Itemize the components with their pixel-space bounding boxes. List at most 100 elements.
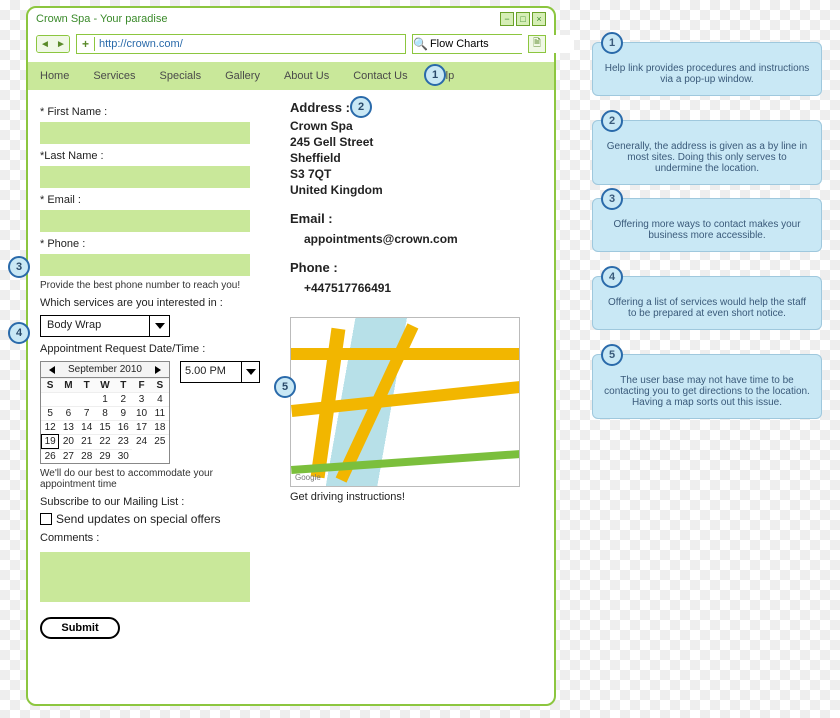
annotation-callout-1: 1Help link provides procedures and instr…: [592, 42, 822, 96]
calendar-day[interactable]: 20: [59, 434, 77, 449]
time-select[interactable]: 5.00 PM: [180, 361, 260, 383]
calendar-dow: S: [41, 378, 59, 392]
calendar-day[interactable]: 29: [96, 449, 114, 463]
calendar-day[interactable]: 19: [41, 434, 59, 449]
map-attribution: Google: [295, 473, 321, 482]
annotation-badge-5: 5: [274, 376, 296, 398]
window-title: Crown Spa - Your paradise: [36, 13, 167, 25]
url-input[interactable]: [95, 35, 405, 53]
calendar-day[interactable]: 8: [96, 406, 114, 420]
calendar-day[interactable]: 7: [78, 406, 96, 420]
calendar-day[interactable]: 24: [132, 434, 150, 449]
close-button[interactable]: ×: [532, 12, 546, 26]
phone-heading: Phone :: [290, 260, 542, 275]
calendar-day[interactable]: 4: [151, 392, 169, 406]
contact-form: * First Name : *Last Name : * Email : * …: [40, 100, 270, 639]
calendar-day[interactable]: 14: [78, 420, 96, 434]
annotation-text: Help link provides procedures and instru…: [603, 63, 811, 85]
annotation-badge-3: 3: [8, 256, 30, 278]
time-value: 5.00 PM: [181, 362, 241, 382]
calendar-day[interactable]: 26: [41, 449, 59, 463]
annotation-text: Offering more ways to contact makes your…: [603, 219, 811, 241]
subscribe-label: Subscribe to our Mailing List :: [40, 496, 270, 508]
browser-window: Crown Spa - Your paradise − □ × ◄ ► + 🔍 …: [26, 6, 556, 706]
annotation-badge-2: 2: [350, 96, 372, 118]
calendar-day[interactable]: 10: [132, 406, 150, 420]
calendar-day[interactable]: 21: [78, 434, 96, 449]
location-map[interactable]: Google: [290, 317, 520, 487]
date-picker[interactable]: September 2010 SMTWTFS 12345678910111213…: [40, 361, 170, 464]
annotation-text: Generally, the address is given as a by …: [603, 141, 811, 174]
phone-value: +447517766491: [290, 281, 542, 295]
nav-item-contact-us[interactable]: Contact Us: [341, 68, 419, 84]
calendar-day[interactable]: 2: [114, 392, 132, 406]
forward-button[interactable]: ►: [53, 36, 69, 52]
annotation-number: 1: [601, 32, 623, 54]
address-line: United Kingdom: [290, 183, 542, 197]
calendar-day[interactable]: 28: [78, 449, 96, 463]
directions-link[interactable]: Get driving instructions!: [290, 491, 542, 503]
minimize-button[interactable]: −: [500, 12, 514, 26]
nav-item-gallery[interactable]: Gallery: [213, 68, 272, 84]
calendar-dow: T: [78, 378, 96, 392]
services-value: Body Wrap: [41, 316, 149, 336]
titlebar: Crown Spa - Your paradise − □ ×: [28, 8, 554, 30]
calendar-dow: F: [132, 378, 150, 392]
calendar-dow: S: [151, 378, 169, 392]
nav-item-home[interactable]: Home: [28, 68, 81, 84]
phone-hint: Provide the best phone number to reach y…: [40, 280, 270, 291]
back-button[interactable]: ◄: [37, 36, 53, 52]
calendar-day[interactable]: 27: [59, 449, 77, 463]
first-name-input[interactable]: [40, 122, 250, 144]
prev-month-icon[interactable]: [45, 366, 55, 374]
phone-input[interactable]: [40, 254, 250, 276]
calendar-day[interactable]: 13: [59, 420, 77, 434]
address-bar: +: [76, 34, 406, 54]
nav-item-services[interactable]: Services: [81, 68, 147, 84]
calendar-day[interactable]: 30: [114, 449, 132, 463]
calendar-day[interactable]: 18: [151, 420, 169, 434]
calendar-day[interactable]: 25: [151, 434, 169, 449]
annotation-text: Offering a list of services would help t…: [603, 297, 811, 319]
last-name-label: *Last Name :: [40, 150, 270, 162]
calendar-day[interactable]: 22: [96, 434, 114, 449]
services-select[interactable]: Body Wrap: [40, 315, 170, 337]
nav-item-about-us[interactable]: About Us: [272, 68, 341, 84]
calendar-month: September 2010: [68, 364, 142, 375]
calendar-day[interactable]: 5: [41, 406, 59, 420]
maximize-button[interactable]: □: [516, 12, 530, 26]
calendar-day[interactable]: 16: [114, 420, 132, 434]
email-input[interactable]: [40, 210, 250, 232]
calendar-day[interactable]: 15: [96, 420, 114, 434]
annotation-callout-4: 4Offering a list of services would help …: [592, 276, 822, 330]
calendar-day[interactable]: 1: [96, 392, 114, 406]
calendar-dow: W: [96, 378, 114, 392]
site-nav: HomeServicesSpecialsGalleryAbout UsConta…: [28, 62, 554, 90]
email-label: * Email :: [40, 194, 270, 206]
calendar-day[interactable]: 3: [132, 392, 150, 406]
search-input[interactable]: [428, 35, 574, 53]
next-month-icon[interactable]: [155, 366, 165, 374]
services-label: Which services are you interested in :: [40, 297, 270, 309]
datetime-label: Appointment Request Date/Time :: [40, 343, 270, 355]
subscribe-checkbox[interactable]: [40, 513, 52, 525]
comments-input[interactable]: [40, 552, 250, 602]
subscribe-option-label: Send updates on special offers: [56, 512, 221, 526]
new-doc-button[interactable]: 🗎: [528, 35, 546, 53]
calendar-day[interactable]: 6: [59, 406, 77, 420]
add-tab-button[interactable]: +: [77, 37, 95, 51]
accommodate-note: We'll do our best to accommodate your ap…: [40, 468, 270, 490]
email-value: appointments@crown.com: [290, 232, 542, 246]
calendar-day[interactable]: 17: [132, 420, 150, 434]
submit-button[interactable]: Submit: [40, 617, 120, 639]
address-heading: Address :: [290, 100, 542, 115]
calendar-day[interactable]: 23: [114, 434, 132, 449]
chevron-down-icon: [149, 316, 169, 336]
last-name-input[interactable]: [40, 166, 250, 188]
calendar-day[interactable]: 11: [151, 406, 169, 420]
search-box: 🔍: [412, 34, 522, 54]
annotation-number: 5: [601, 344, 623, 366]
nav-item-specials[interactable]: Specials: [148, 68, 214, 84]
calendar-day[interactable]: 12: [41, 420, 59, 434]
calendar-day[interactable]: 9: [114, 406, 132, 420]
